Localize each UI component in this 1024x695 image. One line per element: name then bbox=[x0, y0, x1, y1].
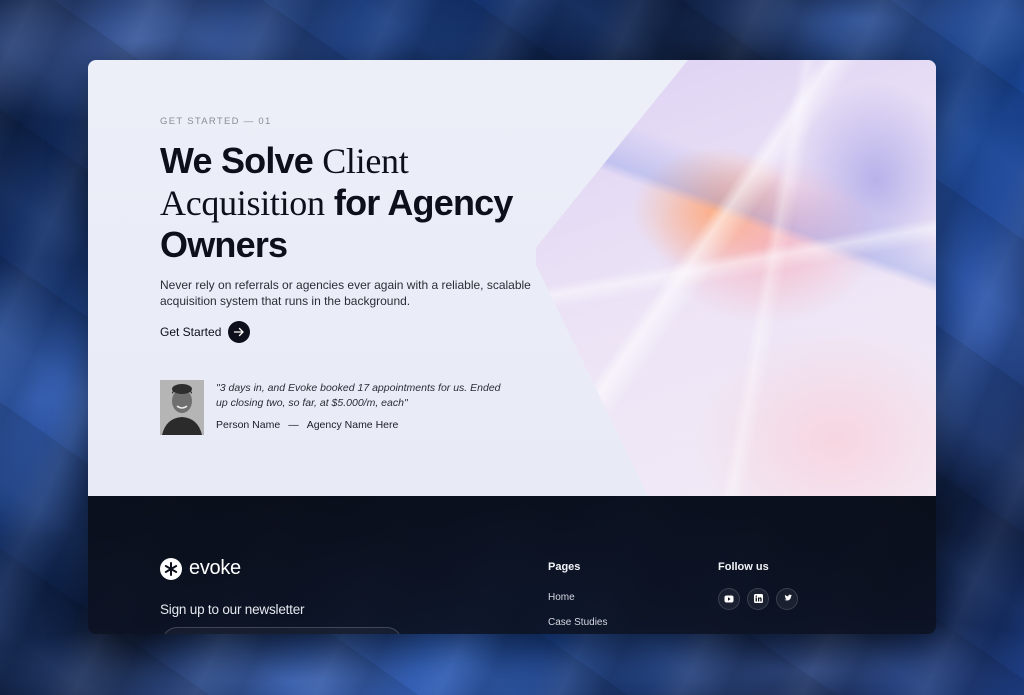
footer: evoke Sign up to our newsletter Pages Ho… bbox=[88, 496, 936, 634]
hero-headline: We Solve Client Acquisition for Agency O… bbox=[160, 140, 560, 265]
headline-part-2: Client bbox=[322, 141, 409, 181]
crystal-highlights bbox=[536, 60, 936, 496]
testimonial-quote: "3 days in, and Evoke booked 17 appointm… bbox=[216, 382, 501, 409]
eyebrow-label: GET STARTED — 01 bbox=[160, 116, 272, 127]
testimonial-attribution: Person Name — Agency Name Here bbox=[216, 419, 398, 431]
get-started-label: Get Started bbox=[160, 325, 222, 339]
testimonial: "3 days in, and Evoke booked 17 appointm… bbox=[160, 380, 520, 436]
asterisk-icon bbox=[160, 557, 182, 580]
twitter-icon bbox=[782, 590, 792, 608]
footer-link-case-studies[interactable]: Case Studies bbox=[548, 617, 607, 628]
youtube-button[interactable] bbox=[718, 588, 740, 610]
follow-heading: Follow us bbox=[718, 561, 769, 573]
newsletter-label: Sign up to our newsletter bbox=[160, 602, 305, 617]
attribution-separator: — bbox=[288, 419, 299, 431]
headline-part-4: for Agency bbox=[324, 182, 514, 223]
person-name: Person Name bbox=[216, 419, 281, 431]
linkedin-button[interactable] bbox=[747, 588, 769, 610]
pages-heading: Pages bbox=[548, 561, 581, 573]
youtube-icon bbox=[724, 590, 734, 608]
page-card: GET STARTED — 01 We Solve Client Acquisi… bbox=[88, 60, 936, 634]
newsletter-email-field[interactable] bbox=[162, 627, 402, 634]
avatar bbox=[160, 380, 204, 435]
linkedin-icon bbox=[753, 590, 763, 608]
twitter-button[interactable] bbox=[776, 588, 798, 610]
hero-section: GET STARTED — 01 We Solve Client Acquisi… bbox=[88, 60, 936, 496]
footer-link-home[interactable]: Home bbox=[548, 592, 575, 603]
get-started-button[interactable]: Get Started bbox=[160, 321, 251, 343]
hero-subtext: Never rely on referrals or agencies ever… bbox=[160, 278, 531, 308]
headline-part-5: Owners bbox=[160, 224, 288, 265]
brand-logo[interactable]: evoke bbox=[160, 557, 241, 580]
arrow-right-icon bbox=[228, 321, 251, 343]
headline-part-1: We Solve bbox=[160, 140, 323, 181]
headline-part-3: Acquisition bbox=[160, 183, 325, 223]
agency-name: Agency Name Here bbox=[306, 419, 399, 431]
brand-name: evoke bbox=[189, 557, 241, 579]
